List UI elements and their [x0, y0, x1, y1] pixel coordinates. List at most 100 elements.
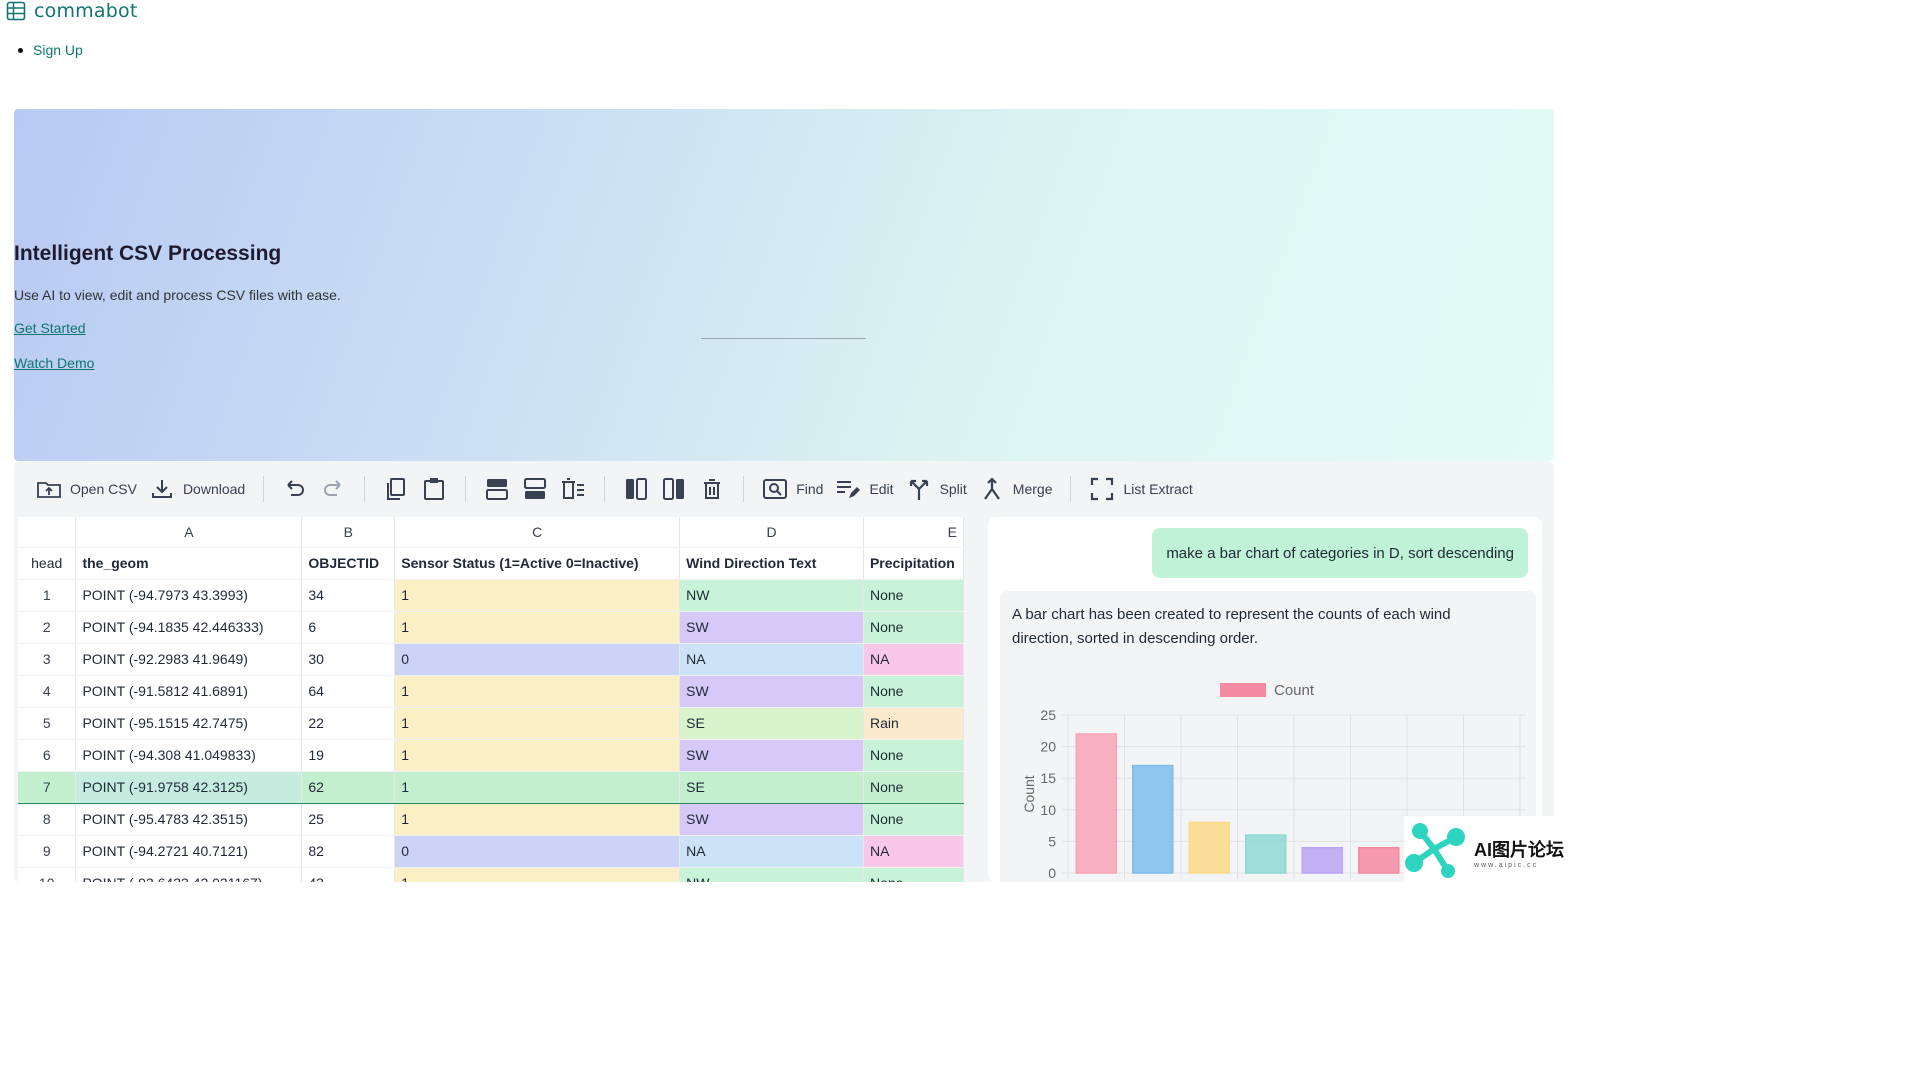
cell-objectid[interactable]: 19 — [301, 739, 396, 772]
cell-precipitation[interactable]: None — [863, 770, 964, 804]
list-extract-button[interactable]: List Extract — [1083, 471, 1198, 507]
row-number[interactable]: 10 — [18, 867, 77, 882]
cell-wind-direction[interactable]: NA — [679, 643, 864, 676]
cell-precipitation[interactable]: None — [863, 675, 964, 708]
cell-the-geom[interactable]: POINT (-91.5812 41.6891) — [75, 675, 303, 708]
delete-row-button[interactable] — [554, 471, 592, 507]
table-row[interactable]: 7 POINT (-91.9758 42.3125) 62 1 SE None — [18, 770, 964, 804]
cell-the-geom[interactable]: POINT (-91.9758 42.3125) — [75, 770, 303, 804]
cell-precipitation[interactable]: NA — [863, 835, 964, 868]
cell-objectid[interactable]: 6 — [301, 611, 396, 644]
cell-sensor-status[interactable]: 1 — [394, 611, 681, 644]
column-letter[interactable]: E — [863, 517, 964, 548]
column-letter[interactable]: D — [679, 517, 864, 548]
cell-the-geom[interactable]: POINT (-95.4783 42.3515) — [75, 803, 303, 836]
cell-the-geom[interactable]: POINT (-92.2983 41.9649) — [75, 643, 303, 676]
cell-wind-direction[interactable]: SE — [679, 707, 864, 740]
cell-wind-direction[interactable]: SW — [679, 803, 864, 836]
watch-demo-link[interactable]: Watch Demo — [14, 355, 94, 371]
cell-wind-direction[interactable]: SW — [679, 739, 864, 772]
redo-button[interactable] — [314, 471, 352, 507]
table-row[interactable]: 1 POINT (-94.7973 43.3993) 34 1 NW None — [18, 579, 964, 612]
open-csv-button[interactable]: Open CSV — [30, 471, 143, 507]
cell-precipitation[interactable]: None — [863, 579, 964, 612]
column-header[interactable]: Precipitation — [863, 547, 964, 580]
brand-logo[interactable]: commabot — [6, 0, 137, 22]
cell-sensor-status[interactable]: 1 — [394, 867, 681, 882]
cell-sensor-status[interactable]: 1 — [394, 707, 681, 740]
cell-sensor-status[interactable]: 0 — [394, 643, 681, 676]
row-number[interactable]: 6 — [18, 739, 77, 772]
column-header[interactable]: Wind Direction Text — [679, 547, 864, 580]
cell-objectid[interactable]: 64 — [301, 675, 396, 708]
column-header[interactable]: the_geom — [75, 547, 303, 580]
row-number[interactable]: 5 — [18, 707, 77, 740]
column-letter[interactable]: C — [394, 517, 681, 548]
insert-column-right-button[interactable] — [655, 471, 693, 507]
cell-precipitation[interactable]: None — [863, 611, 964, 644]
edit-button[interactable]: Edit — [829, 471, 899, 507]
cell-precipitation[interactable]: NA — [863, 643, 964, 676]
paste-button[interactable] — [415, 471, 453, 507]
cell-objectid[interactable]: 30 — [301, 643, 396, 676]
cell-sensor-status[interactable]: 1 — [394, 579, 681, 612]
row-number[interactable]: 3 — [18, 643, 77, 676]
cell-the-geom[interactable]: POINT (-94.2721 40.7121) — [75, 835, 303, 868]
signup-link[interactable]: Sign Up — [33, 42, 83, 58]
row-number[interactable]: 7 — [18, 770, 77, 804]
insert-column-left-button[interactable] — [617, 471, 655, 507]
cell-wind-direction[interactable]: SW — [679, 675, 864, 708]
delete-column-button[interactable] — [693, 471, 731, 507]
cell-the-geom[interactable]: POINT (-93.6433 42.031167) — [75, 867, 303, 882]
cell-objectid[interactable]: 25 — [301, 803, 396, 836]
cell-wind-direction[interactable]: SE — [679, 770, 864, 804]
cell-precipitation[interactable]: Rain — [863, 707, 964, 740]
table-row[interactable]: 2 POINT (-94.1835 42.446333) 6 1 SW None — [18, 611, 964, 644]
cell-objectid[interactable]: 62 — [301, 770, 396, 804]
insert-row-below-button[interactable] — [516, 471, 554, 507]
insert-row-above-button[interactable] — [478, 471, 516, 507]
table-row[interactable]: 8 POINT (-95.4783 42.3515) 25 1 SW None — [18, 803, 964, 836]
cell-wind-direction[interactable]: NW — [679, 867, 864, 882]
cell-objectid[interactable]: 34 — [301, 579, 396, 612]
row-number[interactable]: 4 — [18, 675, 77, 708]
cell-objectid[interactable]: 43 — [301, 867, 396, 882]
row-number[interactable]: 9 — [18, 835, 77, 868]
cell-wind-direction[interactable]: SW — [679, 611, 864, 644]
table-row[interactable]: 10POINT (-93.6433 42.031167)431NWNone — [18, 867, 964, 882]
cell-objectid[interactable]: 22 — [301, 707, 396, 740]
download-button[interactable]: Download — [143, 471, 251, 507]
table-row[interactable]: 9 POINT (-94.2721 40.7121) 82 0 NA NA — [18, 835, 964, 868]
table-row[interactable]: 3 POINT (-92.2983 41.9649) 30 0 NA NA — [18, 643, 964, 676]
column-letter[interactable]: B — [301, 517, 396, 548]
find-button[interactable]: Find — [756, 471, 829, 507]
row-number[interactable]: 1 — [18, 579, 77, 612]
row-number[interactable]: 8 — [18, 803, 77, 836]
copy-button[interactable] — [377, 471, 415, 507]
cell-the-geom[interactable]: POINT (-94.7973 43.3993) — [75, 579, 303, 612]
cell-sensor-status[interactable]: 0 — [394, 835, 681, 868]
row-number[interactable]: 2 — [18, 611, 77, 644]
cell-the-geom[interactable]: POINT (-94.308 41.049833) — [75, 739, 303, 772]
merge-button[interactable]: Merge — [973, 471, 1059, 507]
cell-sensor-status[interactable]: 1 — [394, 803, 681, 836]
cell-objectid[interactable]: 82 — [301, 835, 396, 868]
cell-the-geom[interactable]: POINT (-94.1835 42.446333) — [75, 611, 303, 644]
cell-wind-direction[interactable]: NW — [679, 579, 864, 612]
cell-sensor-status[interactable]: 1 — [394, 770, 681, 804]
cell-wind-direction[interactable]: NA — [679, 835, 864, 868]
cell-sensor-status[interactable]: 1 — [394, 739, 681, 772]
column-header[interactable]: OBJECTID — [301, 547, 396, 580]
column-header[interactable]: Sensor Status (1=Active 0=Inactive) — [394, 547, 681, 580]
cell-the-geom[interactable]: POINT (-95.1515 42.7475) — [75, 707, 303, 740]
table-row[interactable]: 6 POINT (-94.308 41.049833) 19 1 SW None — [18, 739, 964, 772]
cell-precipitation[interactable]: None — [863, 803, 964, 836]
table-row[interactable]: 4 POINT (-91.5812 41.6891) 64 1 SW None — [18, 675, 964, 708]
cell-precipitation[interactable]: None — [863, 867, 964, 882]
table-row[interactable]: 5 POINT (-95.1515 42.7475) 22 1 SE Rain — [18, 707, 964, 740]
split-button[interactable]: Split — [900, 471, 973, 507]
column-letter[interactable]: A — [75, 517, 303, 548]
undo-button[interactable] — [276, 471, 314, 507]
cell-sensor-status[interactable]: 1 — [394, 675, 681, 708]
get-started-link[interactable]: Get Started — [14, 320, 86, 336]
